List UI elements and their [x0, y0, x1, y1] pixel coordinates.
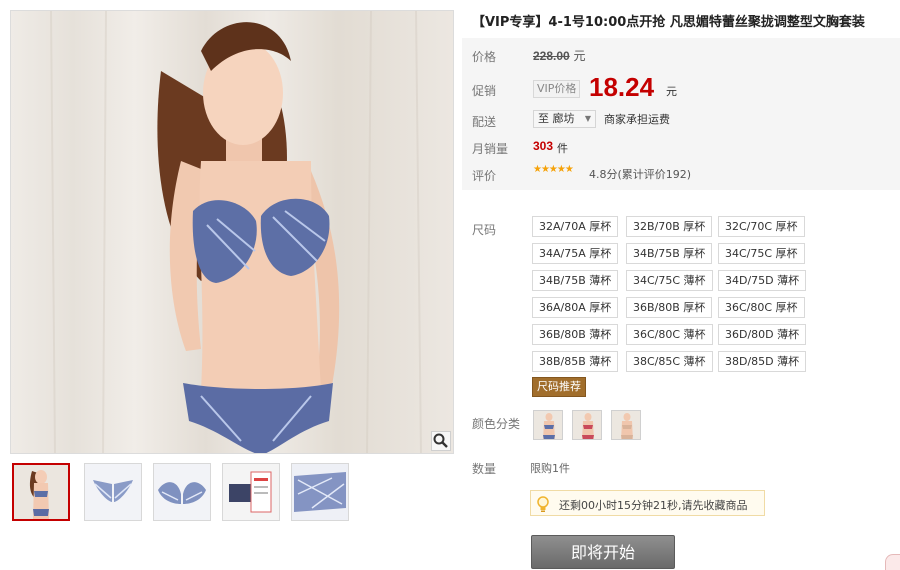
size-option[interactable]: 32C/70C 厚杯	[718, 216, 805, 237]
size-option[interactable]: 38C/85C 薄杯	[626, 351, 713, 372]
size-option[interactable]: 36B/80B 薄杯	[532, 324, 619, 345]
monthly-sales-count: 303	[533, 139, 554, 153]
vip-price-tag: VIP价格	[533, 80, 581, 98]
thumbnail-2[interactable]	[84, 463, 142, 521]
size-label: 尺码	[472, 223, 497, 237]
review-score[interactable]: 4.8分(累计评价192)	[589, 166, 691, 182]
shipping-note: 商家承担运费	[604, 113, 670, 126]
size-option[interactable]: 34B/75B 薄杯	[532, 270, 619, 291]
size-option[interactable]: 34C/75C 薄杯	[626, 270, 713, 291]
size-option[interactable]: 34A/75A 厚杯	[532, 243, 619, 264]
promo-price: 18.24	[589, 72, 655, 102]
original-price-unit: 元	[573, 49, 586, 63]
shipping-destination: 至 廊坊	[538, 112, 575, 125]
floating-service-icon[interactable]	[885, 554, 900, 570]
quantity-label: 数量	[472, 462, 497, 476]
color-swatch-nude[interactable]	[611, 410, 641, 440]
color-swatch-red[interactable]	[572, 410, 602, 440]
thumbnail-3[interactable]	[153, 463, 211, 521]
shipping-destination-select[interactable]: 至 廊坊 ▼	[533, 110, 596, 128]
thumbnail-strip	[12, 463, 356, 523]
size-option[interactable]: 36A/80A 厚杯	[532, 297, 619, 318]
color-label: 颜色分类	[472, 417, 521, 431]
promo-price-unit: 元	[666, 85, 677, 98]
thumbnail-4[interactable]	[222, 463, 280, 521]
countdown-text: 还剩00小时15分钟21秒,请先收藏商品	[559, 499, 748, 512]
size-option[interactable]: 36B/80B 厚杯	[626, 297, 713, 318]
rating-stars-icon: ★★★★★	[533, 164, 574, 175]
quantity-limit: 限购1件	[530, 462, 570, 475]
original-price: 228.00 元	[533, 47, 586, 64]
chevron-down-icon: ▼	[584, 114, 591, 123]
promo-label: 促销	[472, 84, 497, 98]
monthly-sales-unit: 件	[557, 142, 568, 155]
size-option[interactable]: 34B/75B 厚杯	[626, 243, 713, 264]
thumbnail-1[interactable]	[12, 463, 70, 521]
size-option[interactable]: 34D/75D 薄杯	[718, 270, 807, 291]
size-option[interactable]: 36C/80C 厚杯	[718, 297, 805, 318]
monthly-sales-label: 月销量	[472, 142, 509, 156]
coming-soon-button[interactable]: 即将开始	[531, 535, 675, 569]
model-photo	[50, 11, 422, 453]
size-option[interactable]: 36D/80D 薄杯	[718, 324, 807, 345]
zoom-icon[interactable]	[431, 431, 451, 451]
size-option[interactable]: 34C/75C 厚杯	[718, 243, 805, 264]
review-label: 评价	[472, 169, 497, 183]
size-guide-button[interactable]: 尺码推荐	[532, 377, 586, 397]
product-title: 【VIP专享】4-1号10:00点开抢 凡思媚特蕾丝聚拢调整型文胸套装	[472, 15, 865, 30]
size-option[interactable]: 38D/85D 薄杯	[718, 351, 807, 372]
color-swatch-blue[interactable]	[533, 410, 563, 440]
thumbnail-5[interactable]	[291, 463, 349, 521]
lightbulb-icon	[537, 496, 549, 512]
price-label: 价格	[472, 50, 497, 64]
size-option[interactable]: 32A/70A 厚杯	[532, 216, 619, 237]
original-price-value: 228.00	[533, 49, 570, 63]
size-option[interactable]: 38B/85B 薄杯	[532, 351, 619, 372]
size-option[interactable]: 36C/80C 薄杯	[626, 324, 713, 345]
countdown-notice: 还剩00小时15分钟21秒,请先收藏商品	[530, 490, 765, 516]
main-product-image[interactable]	[10, 10, 454, 454]
shipping-label: 配送	[472, 115, 497, 129]
size-option[interactable]: 32B/70B 厚杯	[626, 216, 713, 237]
